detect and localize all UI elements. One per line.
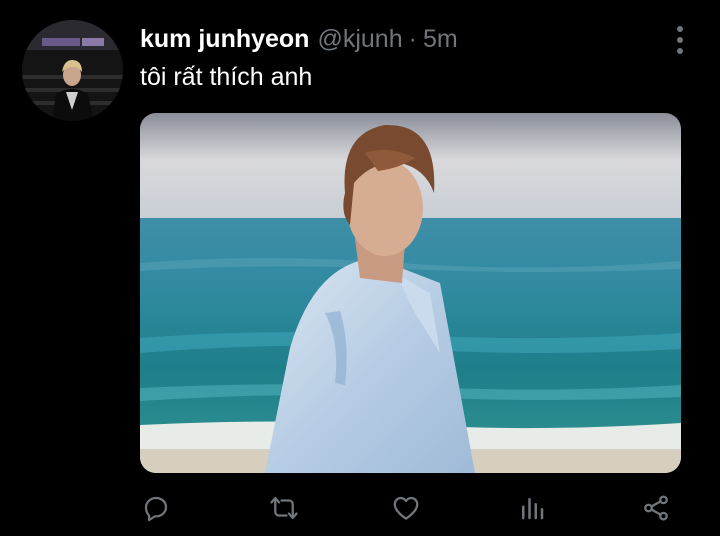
display-name[interactable]: kum junhyeon [140,25,309,54]
tweet-media[interactable] [140,113,681,473]
share-button[interactable] [636,488,676,528]
retweet-button[interactable] [264,488,304,528]
analytics-button[interactable] [512,488,552,528]
more-vertical-icon[interactable] [666,24,694,56]
reply-button[interactable] [136,488,176,528]
tweet-actions [0,480,720,536]
user-handle[interactable]: @kjunh [317,25,402,54]
timestamp[interactable]: 5m [423,25,458,54]
retweet-icon [270,496,298,520]
tweet-header: kum junhyeon @kjunh · 5m [140,25,458,55]
share-icon [644,495,668,521]
avatar-image [22,20,123,121]
tweet-text: tôi rất thích anh [140,63,313,91]
like-button[interactable] [386,488,426,528]
separator-dot: · [408,25,417,53]
reply-icon [144,496,168,522]
heart-icon [393,496,419,520]
photo-beach-portrait [140,113,681,473]
analytics-icon [522,498,544,520]
avatar[interactable] [22,20,123,121]
